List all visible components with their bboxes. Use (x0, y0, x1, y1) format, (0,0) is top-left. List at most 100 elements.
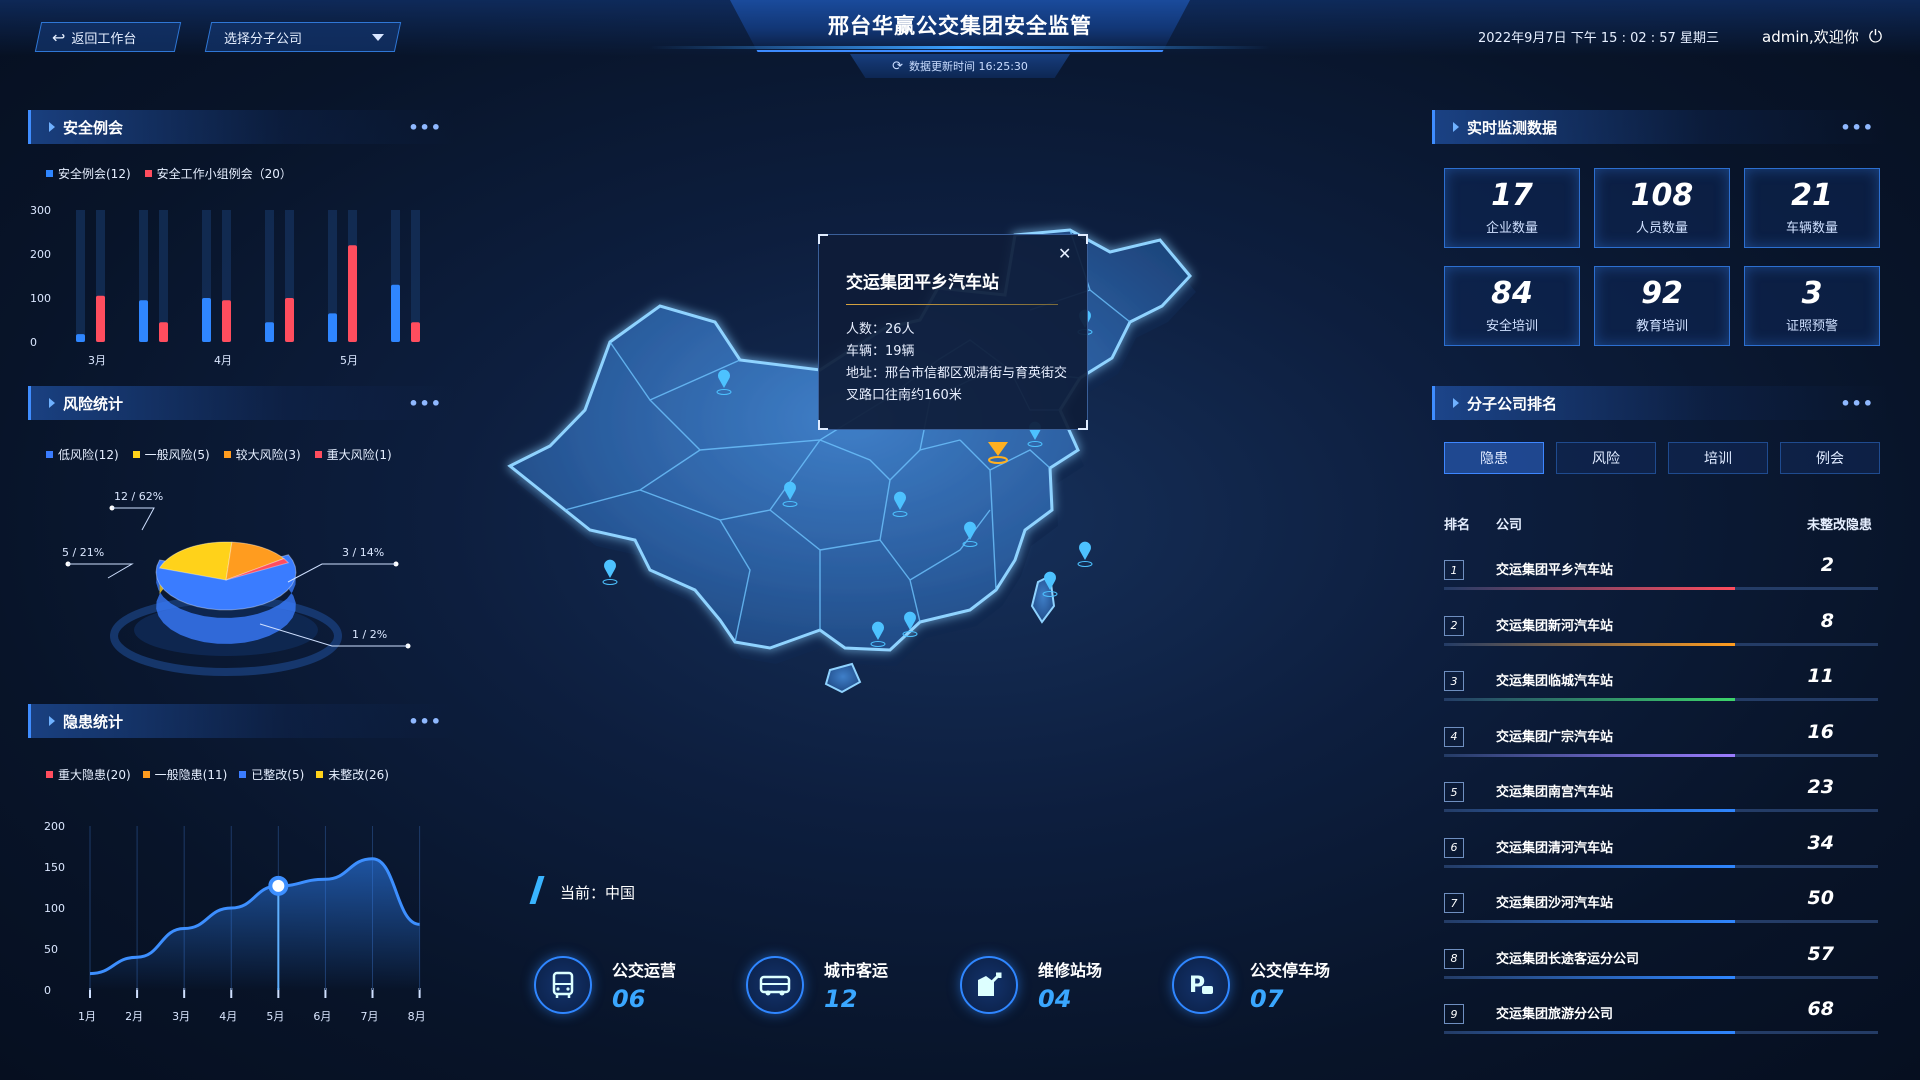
stat-repair[interactable]: 维修站场 04 (960, 956, 1102, 1014)
ranking-row[interactable]: 8 交运集团长途客运分公司 57 (1444, 943, 1880, 985)
ranking-row[interactable]: 9 交运集团旅游分公司 68 (1444, 998, 1880, 1040)
kpi-education-training[interactable]: 92 教育培训 (1594, 266, 1730, 346)
rank-number: 2 (1444, 615, 1464, 636)
ranking-row[interactable]: 5 交运集团南宫汽车站 23 (1444, 776, 1880, 818)
bar (285, 298, 294, 342)
risk-pie-chart: 12 / 62% 5 / 21% 3 / 14% 1 / 2% (62, 490, 411, 676)
legend-swatch (144, 170, 152, 177)
area-fill (90, 858, 420, 990)
more-icon[interactable]: ••• (1840, 394, 1874, 413)
hainan-island[interactable] (824, 662, 862, 694)
legend-swatch (132, 451, 140, 458)
risk-legend: 低风险(12) 一般风险(5) 较大风险(3) 重大风险(1) (46, 446, 392, 463)
popup-corner (818, 420, 828, 430)
y-tick-label: 0 (44, 984, 51, 997)
legend-swatch (239, 771, 247, 778)
page-title: 邢台华赢公交集团安全监管 (828, 14, 1092, 38)
rank-track (1444, 698, 1878, 701)
tab-hazard[interactable]: 隐患 (1444, 442, 1544, 474)
bar (96, 295, 105, 342)
rank-track (1444, 975, 1878, 979)
bar (139, 300, 148, 342)
current-region: 当前：中国 (560, 884, 636, 902)
rank-company: 交运集团广宗汽车站 (1496, 729, 1614, 745)
more-icon[interactable]: ••• (408, 118, 442, 137)
ranking-row[interactable]: 2 交运集团新河汽车站 8 (1444, 610, 1880, 652)
rank-fill (1444, 698, 1735, 701)
more-icon[interactable]: ••• (408, 712, 442, 731)
rank-value: 50 (1807, 887, 1834, 909)
location-marker-icon[interactable] (1077, 541, 1093, 567)
rank-value: 68 (1807, 998, 1834, 1020)
legend-swatch (142, 771, 150, 778)
stat-label: 公交停车场 (1250, 961, 1331, 980)
stat-bus[interactable]: 公交运营 06 (534, 956, 676, 1014)
rank-fill (1444, 642, 1735, 646)
y-tick-label: 0 (30, 336, 37, 349)
slice-label: 1 / 2% (352, 628, 387, 641)
rank-track (1444, 587, 1878, 590)
x-tick-label: 4月 (219, 1010, 237, 1023)
company-select[interactable]: 选择分子公司 (224, 28, 384, 47)
rank-number: 5 (1444, 782, 1464, 802)
bar (411, 322, 420, 342)
stat-coach[interactable]: 城市客运 12 (746, 956, 888, 1014)
bus-icon (534, 956, 592, 1014)
stat-label: 公交运营 (612, 961, 677, 980)
popup-people: 人数：26人 (846, 322, 915, 337)
y-tick-label: 100 (44, 902, 65, 915)
kpi-safety-training[interactable]: 84 安全培训 (1444, 266, 1580, 346)
kpi-vehicles[interactable]: 21 车辆数量 (1744, 168, 1880, 248)
rank-company: 交运集团清河汽车站 (1496, 840, 1614, 856)
svg-text:P: P (1189, 973, 1205, 998)
y-tick-label: 300 (30, 204, 51, 217)
stat-label: 城市客运 (824, 961, 889, 980)
x-tick-label: 2月 (125, 1010, 143, 1023)
rank-number: 3 (1444, 671, 1464, 691)
popup-corner (818, 234, 828, 244)
title-glow (650, 46, 1270, 49)
more-icon[interactable]: ••• (408, 394, 442, 413)
label-leader (287, 563, 396, 583)
current-region-bar (529, 876, 545, 904)
tab-training[interactable]: 培训 (1668, 442, 1768, 474)
location-marker-icon[interactable] (602, 559, 618, 585)
bar (222, 300, 231, 342)
refresh-icon[interactable]: ⟳ (892, 59, 903, 74)
kpi-staff[interactable]: 108 人员数量 (1594, 168, 1730, 248)
ranking-row[interactable]: 6 交运集团清河汽车站 34 (1444, 832, 1880, 874)
popup-divider (846, 304, 1058, 305)
triangle-icon (49, 398, 55, 408)
x-tick-label: 1月 (78, 1010, 96, 1023)
rank-fill (1444, 975, 1735, 979)
coach-icon (746, 956, 804, 1014)
more-icon[interactable]: ••• (1840, 118, 1874, 137)
back-button[interactable]: ↩ 返回工作台 (52, 28, 136, 47)
power-icon[interactable]: ⏻ (1869, 27, 1882, 47)
rank-company: 交运集团沙河汽车站 (1496, 896, 1614, 911)
tab-meeting[interactable]: 例会 (1780, 442, 1880, 474)
kpi-license-warning[interactable]: 3 证照预警 (1744, 266, 1880, 346)
ranking-row[interactable]: 4 交运集团广宗汽车站 16 (1444, 721, 1880, 763)
rank-fill (1444, 809, 1735, 812)
ranking-row[interactable]: 7 交运集团沙河汽车站 50 (1444, 887, 1880, 929)
hazard-legend: 重大隐患(20) 一般隐患(11) 已整改(5) 未整改(26) (46, 766, 389, 783)
popup-vehicles: 车辆：19辆 (846, 344, 915, 359)
ranking-row[interactable]: 1 交运集团平乡汽车站 2 (1444, 554, 1880, 596)
y-tick-label: 200 (44, 820, 65, 833)
rank-fill (1444, 753, 1735, 757)
tab-risk[interactable]: 风险 (1556, 442, 1656, 474)
update-time[interactable]: ⟳ 数据更新时间 16:25:30 (850, 58, 1070, 74)
bar (265, 322, 274, 342)
ranking-row[interactable]: 3 交运集团临城汽车站 11 (1444, 665, 1880, 707)
y-tick-label: 200 (30, 248, 51, 261)
slice-label: 12 / 62% (114, 490, 163, 503)
legend-swatch (46, 771, 53, 778)
x-tick-label: 3月 (172, 1010, 190, 1023)
rank-fill (1444, 1031, 1735, 1034)
stat-parking[interactable]: P 公交停车场 07 (1172, 956, 1330, 1014)
user-greeting: admin,欢迎你 (1762, 28, 1859, 46)
triangle-icon (49, 122, 55, 132)
kpi-enterprise[interactable]: 17 企业数量 (1444, 168, 1580, 248)
close-icon[interactable]: ✕ (1058, 244, 1071, 263)
